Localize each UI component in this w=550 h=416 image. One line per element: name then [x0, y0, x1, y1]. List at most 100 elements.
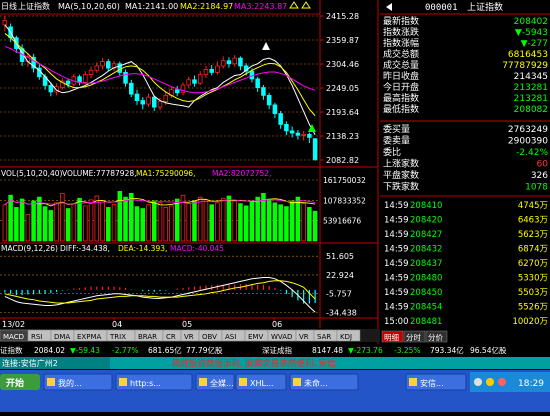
volume-bar [220, 197, 226, 242]
taskbar-item[interactable]: 未命... [289, 373, 359, 391]
macd-diff-line [4, 276, 316, 313]
indicator-tab-sar[interactable]: SAR [313, 329, 338, 342]
indicator-tab-expma[interactable]: EXPMA [73, 329, 108, 342]
macd-axis: 51.605 22.924 -5.757 -34.438 [0, 252, 357, 317]
macd-dea: DEA:-14.393, [118, 244, 167, 253]
candle-body [215, 65, 220, 73]
candle [278, 110, 283, 129]
indicator-tab-rsi[interactable]: RSI [27, 329, 52, 342]
tick-time: 14:59 [384, 288, 409, 298]
clock: 18:29 [518, 379, 544, 389]
quote-header-bg [380, 0, 550, 14]
quote-stat-value: 208402 [514, 17, 548, 27]
candle [2, 16, 8, 32]
volume-bar [266, 198, 272, 242]
quote-stat-label: 指数涨幅 [383, 37, 419, 49]
volume-bar [174, 198, 180, 242]
candle-body [266, 94, 272, 106]
indicator-tab-trix[interactable]: TRIX [106, 329, 136, 342]
order-stats: 委买量 2763249 委卖量 2900390 委比 -2.42% 上涨家数 60 平盘家数 32… [383, 123, 548, 193]
indicator-tab-dma[interactable]: DMA [50, 329, 75, 342]
candle [295, 130, 301, 140]
macd-label: MACD(9,12,26) [1, 244, 58, 253]
volume-bar [65, 208, 71, 242]
candle [220, 56, 226, 69]
candle-body [151, 96, 157, 108]
macd-value: MACD:-40.045 [170, 244, 224, 253]
quote-tab[interactable]: 分时 [403, 330, 426, 343]
taskbar-item[interactable]: 我的... [43, 373, 113, 391]
candle-body [203, 68, 209, 75]
indicator-tab-vr[interactable]: VR [180, 329, 200, 342]
volume-bar [272, 202, 278, 242]
indicator-tab-vr[interactable]: VR [295, 329, 315, 342]
order-stat-label: 委买量 [383, 123, 410, 135]
quote-tab[interactable]: 分价 [425, 330, 448, 343]
candle [203, 65, 209, 79]
quote-name: 上证指数 [467, 1, 503, 13]
quote-stat-label: 成交总量 [383, 59, 419, 71]
indicator-tab-wvad[interactable]: WVAD [267, 329, 297, 342]
volume-bar [146, 204, 151, 242]
volume-bar [48, 210, 54, 242]
indicator-tab-emv[interactable]: EMV [244, 329, 269, 342]
volume-bar [14, 207, 19, 242]
quote-stats: 最新指数 208402 指数涨跌 ▼-5943 指数涨幅 ▼-277 成交总额 6816453… [383, 15, 548, 115]
quote-tab[interactable]: 明细 [381, 330, 404, 343]
candle [307, 132, 312, 144]
indicator-tab-asi[interactable]: ASI [221, 329, 246, 342]
sz-index-vol: 96.54亿股 [470, 345, 507, 355]
indicator-tab-label: BRAR [138, 333, 157, 341]
tray-icon[interactable] [498, 378, 506, 386]
macd-tick-label: -5.757 [326, 290, 352, 299]
candlestick-series [2, 16, 318, 161]
candle [88, 66, 94, 79]
tray-icon[interactable] [486, 378, 494, 386]
tick-volume: 6874万 [518, 245, 548, 255]
volume-bar [232, 200, 237, 242]
volume-bar [8, 194, 13, 242]
volume-bar [278, 204, 283, 242]
volume-bar [42, 206, 48, 242]
sh-index-pct: -2.77% [112, 346, 139, 355]
candle [226, 57, 232, 68]
volume-bar [25, 213, 31, 242]
order-stat-value: -2.42% [516, 148, 548, 158]
taskbar-item-label: http:s... [130, 379, 161, 388]
candle-body [197, 74, 203, 84]
candle [100, 58, 105, 70]
ma2-value: MA2:2184.97 [180, 2, 233, 11]
tray-icon[interactable] [474, 378, 482, 386]
indicator-tab-label: CR [166, 333, 176, 341]
candle-body [220, 60, 226, 67]
tick-volume: 5623万 [518, 230, 548, 240]
indicator-tab-kdj[interactable]: KDJ [336, 329, 361, 342]
app-icon [239, 378, 247, 386]
indicator-tab-macd[interactable]: MACD [0, 329, 29, 342]
price-tick-label: 2193.64 [326, 108, 359, 117]
candle-body [174, 89, 180, 94]
candle [192, 75, 197, 87]
indicator-tab-cr[interactable]: CR [162, 329, 182, 342]
indicator-tab-label: ASI [225, 333, 236, 341]
taskbar-item[interactable]: http:s... [115, 373, 193, 391]
candle [77, 74, 82, 86]
taskbar-item[interactable]: 全媒... [195, 373, 235, 391]
volume-bar [289, 200, 295, 242]
date-tick-label: 05 [182, 320, 192, 329]
indicator-tab-obv[interactable]: OBV [198, 329, 223, 342]
ma-params-label: MA(5,10,20,60) [58, 2, 120, 11]
taskbar-item[interactable]: 安信... [405, 373, 467, 391]
order-stat-label: 委比 [383, 146, 401, 158]
taskbar-item[interactable]: XHL... [235, 373, 287, 391]
quote-stat-label: 今日开盘 [383, 81, 419, 93]
price-axis: 2415.28 2359.87 2304.46 2249.05 2193.64 2138.… [320, 12, 359, 165]
indicator-tab-label: EMV [248, 333, 263, 341]
volume-bar [255, 196, 260, 242]
candle-body [180, 84, 186, 94]
indicator-tab-brar[interactable]: BRAR [134, 329, 164, 342]
scroll-up-arrows-icon[interactable] [289, 1, 311, 9]
app-icon [119, 378, 127, 386]
volume-bar [2, 204, 8, 242]
candle-body [209, 68, 214, 73]
